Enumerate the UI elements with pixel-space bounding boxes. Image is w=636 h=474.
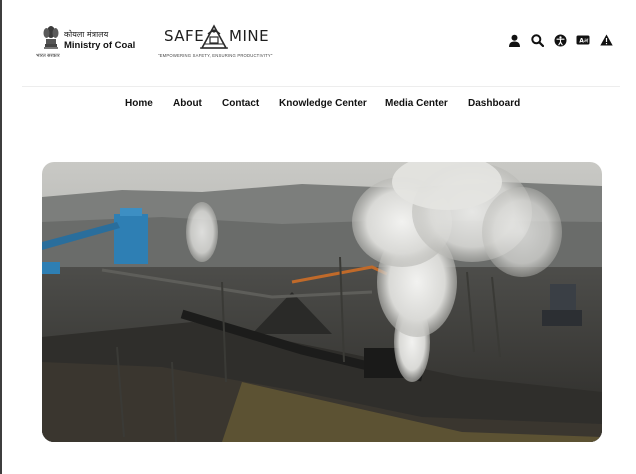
accessibility-icon (554, 34, 566, 46)
translate-icon: A अ (576, 35, 590, 45)
translate-button[interactable]: A अ (576, 33, 590, 47)
emblem-caption: भारत सरकार (36, 53, 60, 59)
ministry-of-coal-logo[interactable]: भारत सरकार कोयला मंत्रालय Ministry of Co… (36, 22, 150, 62)
ministry-hindi-name: कोयला मंत्रालय (64, 30, 109, 39)
search-icon (530, 33, 544, 47)
ministry-name: Ministry of Coal (64, 40, 136, 51)
coal-mine-train-photo (42, 162, 602, 442)
nav-home[interactable]: Home (125, 98, 153, 109)
main-nav: Home About Contact Knowledge Center Medi… (0, 98, 636, 114)
svg-text:अ: अ (584, 38, 589, 45)
logo-tagline: "EMPOWERING SAFETY, ENSURING PRODUCTIVIT… (158, 53, 273, 58)
accessibility-button[interactable] (553, 33, 567, 47)
nav-knowledge-center[interactable]: Knowledge Center (279, 98, 367, 109)
user-button[interactable] (507, 33, 521, 47)
alert-button[interactable] (599, 33, 613, 47)
search-button[interactable] (530, 33, 544, 47)
site-header: भारत सरकार कोयला मंत्रालय Ministry of Co… (0, 0, 636, 86)
mine-logo-icon (200, 24, 228, 49)
nav-contact[interactable]: Contact (222, 98, 259, 109)
nav-media-center[interactable]: Media Center (385, 98, 448, 109)
hero-image (42, 162, 602, 442)
user-icon (508, 34, 520, 47)
nav-about[interactable]: About (173, 98, 202, 109)
header-divider (22, 86, 620, 87)
safe-mine-logo[interactable]: SAFE MINE "EMPOWERING SAFETY, ENSURING P… (158, 20, 273, 62)
alert-icon (599, 34, 613, 46)
nav-dashboard[interactable]: Dashboard (468, 98, 520, 109)
logo-word-right: MINE (229, 27, 270, 45)
national-emblem-icon (43, 26, 59, 49)
